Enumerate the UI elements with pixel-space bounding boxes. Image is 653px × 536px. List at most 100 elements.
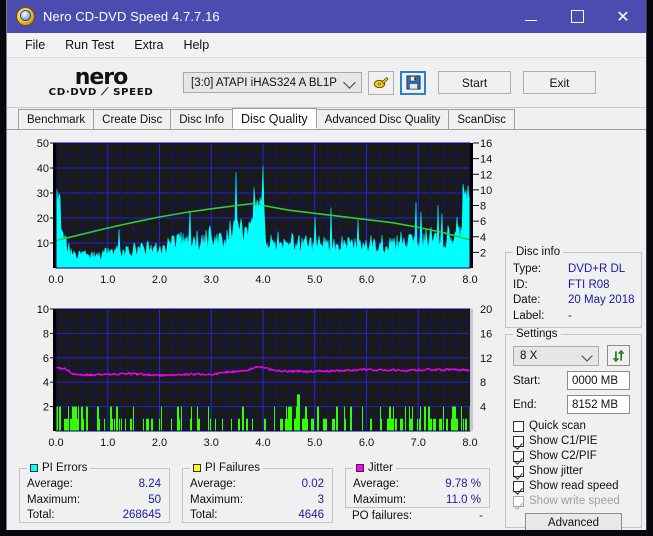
svg-text:7.0: 7.0 [411,274,426,286]
checkbox-box [513,435,524,447]
svg-text:7.0: 7.0 [411,437,426,449]
svg-text:2: 2 [480,247,486,259]
disc-info-key-id: ID: [513,278,528,291]
tab-disc-quality[interactable]: Disc Quality [232,108,317,129]
checkbox-show-c1-pie[interactable]: Show C1/PIE [506,435,641,447]
jitter-average-label: Average: [353,478,399,490]
jitter-average-row: Average: 9.78 % [346,477,489,493]
checkbox-box [513,495,524,507]
svg-text:8: 8 [480,377,486,389]
minimize-button[interactable] [508,0,554,33]
checkbox-box [513,480,524,492]
svg-text:40: 40 [37,163,49,175]
svg-text:2.0: 2.0 [152,437,167,449]
start-input[interactable]: 0000 MB [567,371,630,390]
svg-text:14: 14 [480,154,492,166]
svg-text:4.0: 4.0 [255,437,270,449]
svg-text:3.0: 3.0 [204,274,219,286]
pi-failures-average-row: Average: 0.02 [183,477,332,493]
menu-bar: File Run Test Extra Help [7,33,646,58]
jitter-legend-label: Jitter [368,462,393,474]
settings-legend: Settings [513,328,561,340]
svg-text:20: 20 [37,213,49,225]
disc-info-value-type: DVD+R DL [568,263,626,275]
pi-errors-average-row: Average: 8.24 [20,477,169,493]
logo-slash-icon: ⟋ [96,87,114,98]
disc-info-row-type: Type: DVD+R DL [506,262,641,278]
disc-info-legend: Disc info [513,246,564,258]
pi-failures-stats-group: PI Failures Average: 0.02 Maximum: 3 Tot… [182,462,333,523]
jitter-maximum-value: 11.0 % [446,493,481,506]
end-label: End: [513,398,537,411]
advanced-button[interactable]: Advanced [525,513,622,530]
svg-text:8.0: 8.0 [462,274,477,286]
speed-select-value: 8 X [520,349,538,362]
disc-info-value-id: FTI R08 [568,278,610,291]
exit-button[interactable]: Exit [523,71,596,94]
window-controls: ✕ [508,0,646,33]
checkbox-show-jitter[interactable]: Show jitter [506,465,641,477]
logo-wordmark: nero [74,65,129,90]
speed-select[interactable]: 8 X [513,345,599,366]
tab-benchmark[interactable]: Benchmark [18,109,95,129]
window-title: Nero CD-DVD Speed 4.7.7.16 [43,9,220,24]
eject-button[interactable] [368,70,394,95]
end-input[interactable]: 8152 MB [567,395,630,414]
pi-errors-stats-group: PI Errors Average: 8.24 Maximum: 50 Tota… [19,462,170,524]
svg-text:10: 10 [37,238,49,250]
refresh-button[interactable] [607,345,630,366]
menu-item-run-test[interactable]: Run Test [55,36,124,54]
menu-item-extra[interactable]: Extra [124,36,173,54]
start-button[interactable]: Start [438,71,511,94]
tab-scandisc[interactable]: ScanDisc [448,109,515,129]
pi-errors-color-swatch [30,464,38,472]
logo-subtitle: CD·DVD ⟋ SPEED [23,87,178,98]
start-field-row: Start: 0000 MB [506,371,641,390]
svg-text:1.0: 1.0 [100,437,115,449]
disc-info-key-type: Type: [513,263,542,275]
svg-text:6.0: 6.0 [359,274,374,286]
close-button[interactable]: ✕ [600,0,646,33]
pi-errors-chart: 10 20 30 40 50 2 4 6 8 10 12 14 16 0.0 1.0 2.0 3.0 4.0 5.0… [11,134,495,299]
pi-failures-chart: 2 4 6 8 10 4 8 12 16 20 0.0 1.0 2.0 3.0 4.0 5.0 6.0 7.0 8.… [11,300,495,460]
svg-text:6.0: 6.0 [359,437,374,449]
menu-item-help[interactable]: Help [173,36,219,54]
drive-select[interactable]: [3:0] ATAPI iHAS324 A BL1P [183,72,362,93]
pi-errors-total-row: Total: 268645 [20,508,169,524]
floppy-save-icon [405,75,421,90]
pi-errors-maximum-value: 50 [148,493,161,506]
right-panel: Disc info Type: DVD+R DL ID: FTI R08 Dat… [505,246,642,530]
close-icon: ✕ [616,6,630,26]
tab-advanced-disc-quality[interactable]: Advanced Disc Quality [315,109,450,129]
maximize-button[interactable] [554,0,600,33]
svg-text:10: 10 [480,185,492,197]
svg-text:16: 16 [480,138,492,150]
tab-disc-info[interactable]: Disc Info [170,109,233,129]
checkbox-label: Show C1/PIE [529,435,598,447]
jitter-legend: Jitter [353,462,396,474]
application-window: Nero CD-DVD Speed 4.7.7.16 ✕ File Run Te… [6,0,647,530]
svg-text:2: 2 [43,402,49,414]
checkbox-show-read-speed[interactable]: Show read speed [506,480,641,492]
pi-failures-total-label: Total: [190,509,218,521]
menu-item-file[interactable]: File [15,36,55,54]
save-button[interactable] [400,70,426,95]
disc-quality-panel: 10 20 30 40 50 2 4 6 8 10 12 14 16 0.0 1.0 2.0 3.0 4.0 5.0… [7,130,646,530]
pi-failures-average-value: 0.02 [301,478,324,490]
svg-text:50: 50 [37,138,49,150]
pi-errors-legend: PI Errors [27,462,91,474]
checkbox-show-c2-pif[interactable]: Show C2/PIF [506,450,641,462]
checkbox-label: Show read speed [529,480,619,492]
pi-errors-total-label: Total: [27,509,55,521]
drive-select-value: [3:0] ATAPI iHAS324 A BL1P [191,76,337,89]
pi-failures-legend-label: PI Failures [205,462,260,474]
pi-errors-average-value: 8.24 [138,478,161,490]
checkbox-quick-scan[interactable]: Quick scan [506,420,641,432]
tab-create-disc[interactable]: Create Disc [93,109,172,129]
svg-text:4: 4 [480,232,486,244]
chevron-down-icon [343,76,356,89]
po-failures-label: PO failures: [352,510,413,522]
svg-text:4: 4 [480,402,486,414]
jitter-maximum-row: Maximum: 11.0 % [346,493,489,509]
pi-errors-average-label: Average: [27,478,73,490]
